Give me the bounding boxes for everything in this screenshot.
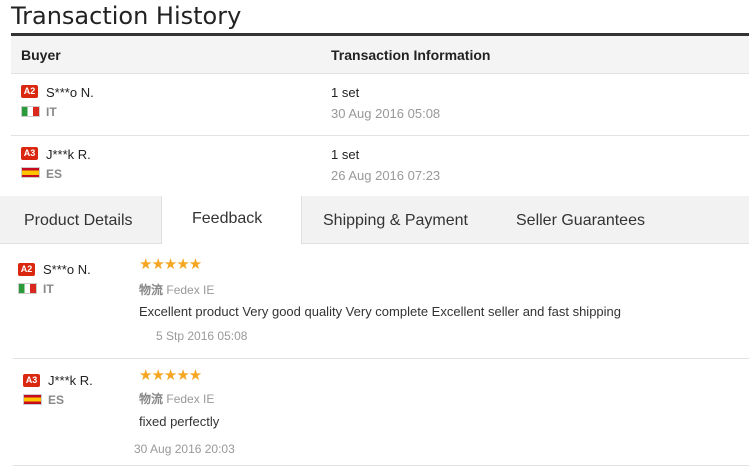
star-rating: ★★★★★ bbox=[139, 256, 202, 273]
transaction-date: 30 Aug 2016 05:08 bbox=[331, 106, 441, 121]
feedback-date-prefix: 30 Aug bbox=[134, 442, 172, 456]
buyer-level-badge: A3 bbox=[23, 374, 40, 387]
tab-feedback-label: Feedback bbox=[192, 210, 263, 227]
table-row: A3 J***k R. ES 1 set 26 Aug 2016 07:23 bbox=[11, 136, 749, 197]
feedback-date: 30 Aug 2016 20:03 bbox=[134, 442, 235, 456]
buyer-column-header: Buyer bbox=[21, 47, 61, 63]
quantity: 1 set bbox=[331, 85, 360, 100]
tab-feedback[interactable]: Feedback bbox=[161, 196, 302, 244]
carrier-label: 物流 bbox=[139, 283, 164, 297]
star-rating: ★★★★★ bbox=[139, 367, 202, 384]
spain-flag-icon bbox=[21, 167, 40, 178]
buyer-country: ES bbox=[46, 167, 63, 181]
buyer-name[interactable]: J***k R. bbox=[48, 373, 93, 388]
transaction-date: 26 Aug 2016 07:23 bbox=[331, 168, 441, 183]
spain-flag-icon bbox=[23, 394, 42, 405]
buyer-country: IT bbox=[46, 105, 57, 119]
tab-shipping-payment[interactable]: Shipping & Payment bbox=[323, 212, 468, 230]
tab-seller-guarantees[interactable]: Seller Guarantees bbox=[516, 212, 645, 230]
feedback-date: 5 Stp 2016 05:08 bbox=[156, 329, 247, 343]
page-title: Transaction History bbox=[11, 2, 242, 30]
table-row: A2 S***o N. IT 1 set 30 Aug 2016 05:08 bbox=[11, 74, 749, 136]
buyer-name[interactable]: S***o N. bbox=[46, 85, 94, 100]
review-text: Excellent product Very good quality Very… bbox=[139, 304, 621, 319]
buyer-country: ES bbox=[48, 393, 65, 407]
product-tabs: Product Details Feedback Shipping & Paym… bbox=[0, 196, 749, 244]
buyer-level-badge: A2 bbox=[21, 85, 38, 98]
buyer-country: IT bbox=[43, 282, 54, 296]
feedback-date-time: 2016 20:03 bbox=[174, 442, 235, 456]
feedback-item: A3 J***k R. ES ★★★★★ 物流 Fedex IE fixed p… bbox=[13, 359, 749, 466]
feedback-date-time: 2016 05:08 bbox=[187, 329, 248, 343]
table-header: Buyer Transaction Information bbox=[11, 36, 749, 74]
carrier-name: Fedex IE bbox=[166, 392, 215, 406]
buyer-name[interactable]: S***o N. bbox=[43, 262, 91, 277]
buyer-name[interactable]: J***k R. bbox=[46, 147, 91, 162]
tab-product-details[interactable]: Product Details bbox=[24, 212, 133, 230]
carrier-label: 物流 bbox=[139, 392, 164, 406]
buyer-level-badge: A3 bbox=[21, 147, 38, 160]
feedback-item: A2 S***o N. IT ★★★★★ 物流 Fedex IE Excelle… bbox=[13, 244, 749, 359]
quantity: 1 set bbox=[331, 147, 360, 162]
shipping-carrier: 物流 Fedex IE bbox=[139, 390, 214, 407]
italy-flag-icon bbox=[18, 283, 37, 294]
transaction-info-column-header: Transaction Information bbox=[331, 47, 491, 63]
carrier-name: Fedex IE bbox=[166, 283, 215, 297]
shipping-carrier: 物流 Fedex IE bbox=[139, 281, 214, 298]
buyer-level-badge: A2 bbox=[18, 263, 35, 276]
transaction-history-table: Buyer Transaction Information A2 S***o N… bbox=[11, 33, 749, 197]
feedback-date-prefix: 5 Stp bbox=[156, 329, 185, 343]
review-text: fixed perfectly bbox=[139, 414, 220, 429]
italy-flag-icon bbox=[21, 106, 40, 117]
